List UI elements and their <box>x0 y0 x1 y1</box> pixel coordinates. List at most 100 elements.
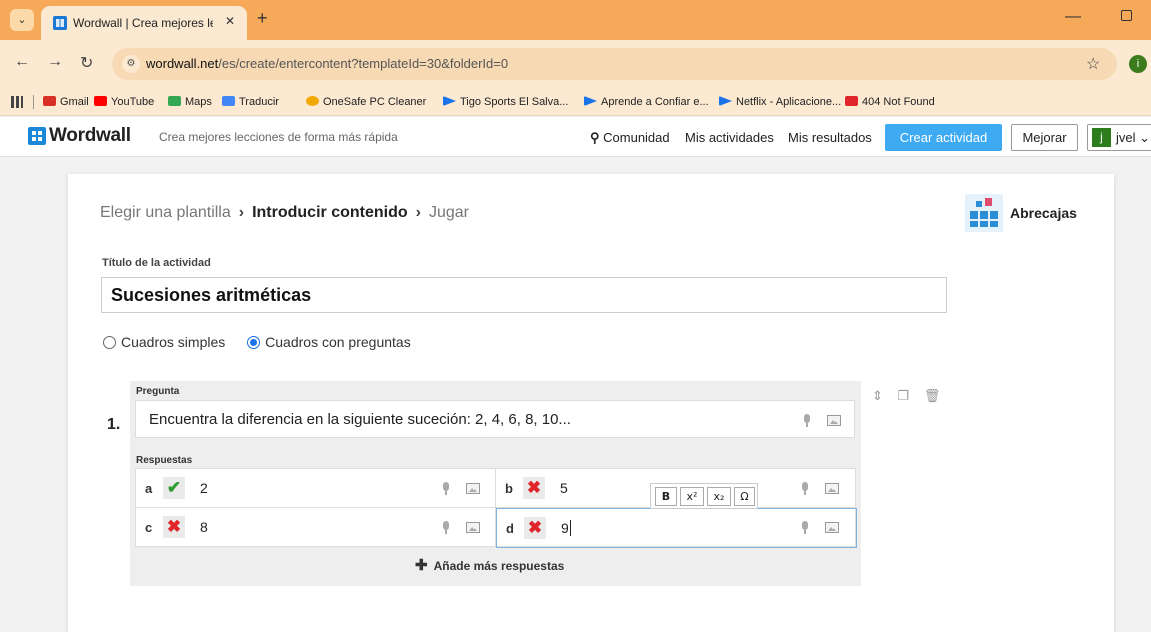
translate-icon <box>222 96 235 106</box>
subscript-button[interactable]: x₂ <box>707 487 731 506</box>
tab-search-button[interactable]: ⌄ <box>10 9 34 31</box>
browser-profile-avatar[interactable]: i <box>1129 55 1147 73</box>
bookmark-youtube[interactable]: YouTube <box>94 88 154 116</box>
special-characters-button[interactable]: Ω <box>734 487 755 506</box>
question-input[interactable]: Encuentra la diferencia en la siguiente … <box>135 400 855 438</box>
answer-text[interactable]: 8 <box>200 519 208 535</box>
microphone-icon[interactable] <box>801 521 809 534</box>
text-format-toolbar: B x² x₂ Ω <box>650 483 758 509</box>
step-choose-template[interactable]: Elegir una plantilla <box>100 204 231 221</box>
incorrect-x-icon[interactable]: ✖ <box>524 517 546 539</box>
radio-unchecked-icon[interactable] <box>103 336 116 349</box>
browser-tab-active[interactable]: Wordwall | Crea mejores leccion ✕ <box>41 6 247 40</box>
open-the-box-template-icon[interactable] <box>965 194 1003 232</box>
play-icon <box>443 96 456 106</box>
address-bar-row: ← → ↻ ⚙ wordwall.net/es/create/entercont… <box>0 40 1151 88</box>
bookmark-tigo-sports[interactable]: Tigo Sports El Salva... <box>443 88 568 116</box>
mode-selector: Cuadros simples Cuadros con preguntas <box>103 334 411 350</box>
apps-grid-icon[interactable] <box>11 96 23 108</box>
microphone-icon[interactable] <box>803 414 811 427</box>
step-play[interactable]: Jugar <box>429 204 469 221</box>
correct-check-icon[interactable]: ✔ <box>163 477 185 499</box>
reload-icon[interactable]: ↻ <box>80 53 93 73</box>
template-name[interactable]: Abrecajas <box>1010 205 1077 221</box>
mode-simple-option[interactable]: Cuadros simples <box>103 334 225 350</box>
user-avatar: j <box>1092 128 1111 147</box>
bookmark-404[interactable]: 404 Not Found <box>845 88 935 116</box>
bookmark-gmail[interactable]: Gmail <box>43 88 89 116</box>
youtube-icon <box>94 96 107 106</box>
answers-label: Respuestas <box>136 455 193 466</box>
radio-checked-icon[interactable] <box>247 336 261 349</box>
tab-close-icon[interactable]: ✕ <box>225 14 235 28</box>
activity-title-label: Título de la actividad <box>102 257 211 269</box>
forward-arrow-icon[interactable]: → <box>47 53 63 71</box>
image-icon[interactable] <box>825 522 839 533</box>
wordwall-logo[interactable]: Wordwall <box>49 125 131 147</box>
activity-title-input[interactable]: Sucesiones aritméticas <box>101 277 947 313</box>
answer-letter: c <box>145 520 153 535</box>
upgrade-button[interactable]: Mejorar <box>1011 124 1078 151</box>
tab-title: Wordwall | Crea mejores leccion <box>73 16 213 30</box>
image-icon[interactable] <box>825 483 839 494</box>
answer-d[interactable]: d ✖ 9 <box>496 508 857 548</box>
user-menu[interactable]: j jvel ⌄ <box>1087 124 1151 151</box>
url-field[interactable]: ⚙ wordwall.net/es/create/entercontent?te… <box>112 48 1117 80</box>
incorrect-x-icon[interactable]: ✖ <box>163 516 185 538</box>
mode-questions-option[interactable]: Cuadros con preguntas <box>247 334 411 350</box>
user-name: jvel ⌄ <box>1116 130 1151 145</box>
incorrect-x-icon[interactable]: ✖ <box>523 477 545 499</box>
image-icon[interactable] <box>466 483 480 494</box>
answer-c[interactable]: c ✖ 8 <box>136 508 496 547</box>
answer-text[interactable]: 2 <box>200 480 208 496</box>
image-icon[interactable] <box>466 522 480 533</box>
bookmark-star-icon[interactable]: ☆ <box>1086 54 1100 74</box>
image-icon[interactable] <box>827 415 841 426</box>
community-link[interactable]: ⚲ Comunidad <box>590 130 670 146</box>
chevron-down-icon: ⌄ <box>1139 130 1151 145</box>
my-activities-link[interactable]: Mis actividades <box>685 130 774 145</box>
bookmark-onesafe[interactable]: OneSafe PC Cleaner <box>306 88 426 116</box>
bold-button[interactable]: B <box>655 487 677 506</box>
trash-icon[interactable]: 🗑 <box>924 388 941 404</box>
microphone-icon[interactable] <box>801 482 809 495</box>
site-info-icon[interactable]: ⚙ <box>122 55 140 73</box>
tagline: Crea mejores lecciones de forma más rápi… <box>159 130 398 144</box>
play-icon <box>584 96 597 106</box>
text-caret <box>569 520 571 536</box>
answer-a[interactable]: a ✔ 2 <box>136 469 496 508</box>
reorder-icon[interactable]: ⇕ <box>872 388 883 404</box>
chevron-right-icon: › <box>238 204 245 221</box>
bookmarks-bar: Gmail YouTube Maps Traducir OneSafe PC C… <box>0 88 1151 116</box>
breadcrumb: Elegir una plantilla › Introducir contenid… <box>100 204 469 222</box>
answer-text-focused[interactable]: 9 <box>561 520 571 536</box>
new-tab-button[interactable]: + <box>257 8 268 29</box>
bookmark-traducir[interactable]: Traducir <box>222 88 279 116</box>
step-enter-content: Introducir contenido <box>252 204 408 221</box>
add-more-answers-button[interactable]: ✚ Añade más respuestas <box>415 556 564 574</box>
my-results-link[interactable]: Mis resultados <box>788 130 872 145</box>
chevron-right-icon: › <box>415 204 421 221</box>
plus-icon: ✚ <box>415 557 428 574</box>
wordwall-header: Wordwall Crea mejores lecciones de forma… <box>0 117 1151 157</box>
wordwall-favicon-icon <box>53 16 67 30</box>
create-activity-button[interactable]: Crear actividad <box>885 124 1002 151</box>
duplicate-icon[interactable]: ❐ <box>898 388 910 404</box>
back-arrow-icon[interactable]: ← <box>14 53 30 71</box>
question-number: 1. <box>107 416 121 433</box>
microphone-icon[interactable] <box>442 521 450 534</box>
answer-letter: a <box>145 481 153 496</box>
search-icon: ⚲ <box>590 130 604 145</box>
answer-text[interactable]: 5 <box>560 480 568 496</box>
wordwall-logo-icon[interactable] <box>28 127 46 145</box>
superscript-button[interactable]: x² <box>680 487 704 506</box>
restore-window-icon[interactable] <box>1121 10 1132 21</box>
bookmark-netflix[interactable]: Netflix - Aplicacione... <box>719 88 841 116</box>
microphone-icon[interactable] <box>442 482 450 495</box>
bookmark-maps[interactable]: Maps <box>168 88 212 116</box>
maps-icon <box>168 96 181 106</box>
answer-letter: b <box>505 481 513 496</box>
url-text: wordwall.net/es/create/entercontent?temp… <box>146 56 509 71</box>
minimize-icon[interactable]: — <box>1065 8 1081 26</box>
bookmark-aprende[interactable]: Aprende a Confiar e... <box>584 88 709 116</box>
